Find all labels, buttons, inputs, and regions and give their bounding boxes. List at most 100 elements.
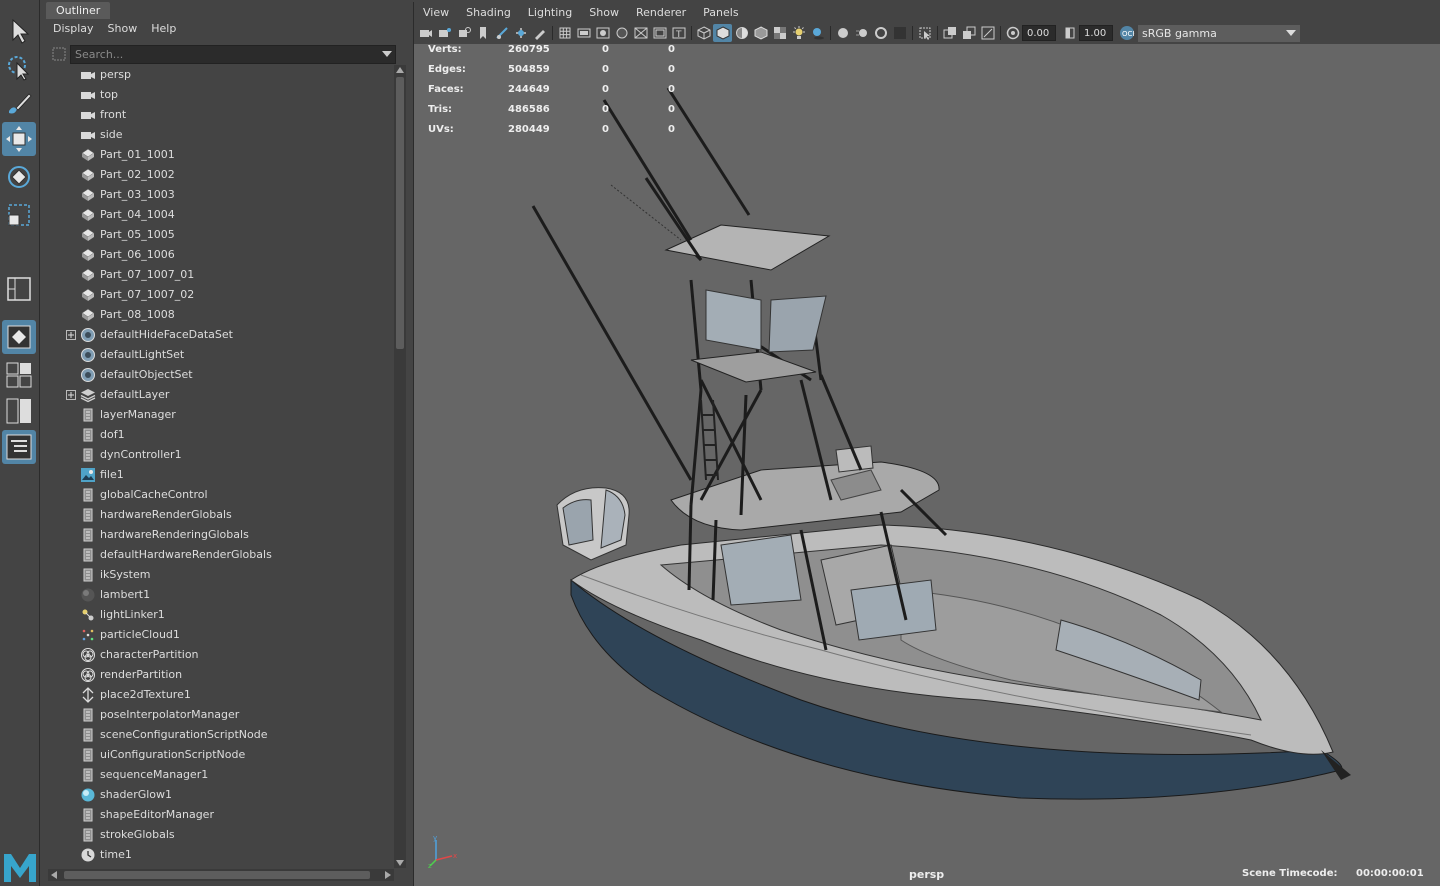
shadows-icon[interactable] xyxy=(808,24,827,42)
outliner-item-file1[interactable]: file1 xyxy=(48,465,394,485)
outliner-item-hardwarerenderingglobals[interactable]: hardwareRenderingGlobals xyxy=(48,525,394,545)
search-dropdown-arrow-icon[interactable] xyxy=(382,44,392,64)
resolution-gate-icon[interactable] xyxy=(593,24,612,42)
field-chart-icon[interactable] xyxy=(631,24,650,42)
menu-display[interactable]: Display xyxy=(53,19,94,39)
menu-show[interactable]: Show xyxy=(589,4,619,22)
isolate-select-icon[interactable] xyxy=(915,24,934,42)
grid-icon[interactable] xyxy=(555,24,574,42)
outliner-item-strokeglobals[interactable]: strokeGlobals xyxy=(48,825,394,845)
outliner-hscroll-thumb[interactable] xyxy=(64,871,370,879)
outliner-item-poseinterpolatormanager[interactable]: poseInterpolatorManager xyxy=(48,705,394,725)
outliner-item-defaultlayer[interactable]: defaultLayer xyxy=(48,385,394,405)
single-pane-layout-icon[interactable] xyxy=(2,272,36,306)
outliner-item-defaulthidefacedataset[interactable]: defaultHideFaceDataSet xyxy=(48,325,394,345)
outliner-item-part-05-1005[interactable]: Part_05_1005 xyxy=(48,225,394,245)
outliner-horizontal-scrollbar[interactable] xyxy=(48,869,394,881)
expand-plus-icon[interactable] xyxy=(66,330,76,340)
gamma-icon[interactable] xyxy=(1060,24,1079,42)
outliner-item-layermanager[interactable]: layerManager xyxy=(48,405,394,425)
menu-panels[interactable]: Panels xyxy=(703,4,738,22)
paint-select-tool-icon[interactable] xyxy=(2,86,36,120)
outliner-item-top[interactable]: top xyxy=(48,85,394,105)
safe-action-icon[interactable] xyxy=(650,24,669,42)
gamma-field[interactable] xyxy=(1079,25,1113,41)
image-plane-icon[interactable] xyxy=(492,24,511,42)
outliner-item-characterpartition[interactable]: characterPartition xyxy=(48,645,394,665)
outliner-item-sequencemanager1[interactable]: sequenceManager1 xyxy=(48,765,394,785)
exposure-icon[interactable] xyxy=(1003,24,1022,42)
xray-active-components-icon[interactable] xyxy=(959,24,978,42)
outliner-item-part-01-1001[interactable]: Part_01_1001 xyxy=(48,145,394,165)
xray-joints-icon[interactable] xyxy=(978,24,997,42)
outliner-layout-icon[interactable] xyxy=(2,430,36,464)
color-management-icon[interactable]: OCIO xyxy=(1117,24,1136,42)
outliner-item-defaultobjectset[interactable]: defaultObjectSet xyxy=(48,365,394,385)
wireframe-on-shaded-icon[interactable] xyxy=(751,24,770,42)
outliner-item-hardwarerenderglobals[interactable]: hardwareRenderGlobals xyxy=(48,505,394,525)
menu-renderer[interactable]: Renderer xyxy=(636,4,686,22)
outliner-item-lightlinker1[interactable]: lightLinker1 xyxy=(48,605,394,625)
outliner-item-time1[interactable]: time1 xyxy=(48,845,394,865)
outliner-item-front[interactable]: front xyxy=(48,105,394,125)
outliner-item-part-02-1002[interactable]: Part_02_1002 xyxy=(48,165,394,185)
multisample-aa-icon[interactable] xyxy=(871,24,890,42)
outliner-tab[interactable]: Outliner xyxy=(46,2,111,19)
outliner-item-place2dtexture1[interactable]: place2dTexture1 xyxy=(48,685,394,705)
smooth-shade-icon[interactable] xyxy=(713,24,732,42)
outliner-item-iksystem[interactable]: ikSystem xyxy=(48,565,394,585)
lasso-tool-icon[interactable] xyxy=(2,50,36,84)
search-input[interactable] xyxy=(70,44,396,64)
depth-of-field-icon[interactable] xyxy=(890,24,909,42)
use-default-material-icon[interactable] xyxy=(732,24,751,42)
outliner-item-shaderglow1[interactable]: shaderGlow1 xyxy=(48,785,394,805)
bookmark-flag-icon[interactable] xyxy=(473,24,492,42)
outliner-item-defaulthardwarerenderglobals[interactable]: defaultHardwareRenderGlobals xyxy=(48,545,394,565)
2d-pan-zoom-icon[interactable] xyxy=(511,24,530,42)
select-tool-icon[interactable] xyxy=(2,14,36,48)
outliner-item-shapeeditormanager[interactable]: shapeEditorManager xyxy=(48,805,394,825)
use-all-lights-icon[interactable] xyxy=(789,24,808,42)
perspective-layout-icon[interactable] xyxy=(2,320,36,354)
screen-space-ao-icon[interactable] xyxy=(833,24,852,42)
color-space-dropdown[interactable]: sRGB gamma xyxy=(1138,24,1300,42)
outliner-item-defaultlightset[interactable]: defaultLightSet xyxy=(48,345,394,365)
outliner-item-part-03-1003[interactable]: Part_03_1003 xyxy=(48,185,394,205)
menu-shading[interactable]: Shading xyxy=(466,4,511,22)
safe-title-icon[interactable]: T xyxy=(669,24,688,42)
menu-view[interactable]: View xyxy=(423,4,449,22)
outliner-item-part-04-1004[interactable]: Part_04_1004 xyxy=(48,205,394,225)
grease-pencil-icon[interactable] xyxy=(530,24,549,42)
outliner-item-persp[interactable]: persp xyxy=(48,65,394,85)
outliner-item-sceneconfigurationscriptnode[interactable]: sceneConfigurationScriptNode xyxy=(48,725,394,745)
outliner-item-part-07-1007-01[interactable]: Part_07_1007_01 xyxy=(48,265,394,285)
outliner-item-globalcachecontrol[interactable]: globalCacheControl xyxy=(48,485,394,505)
outliner-item-part-08-1008[interactable]: Part_08_1008 xyxy=(48,305,394,325)
menu-show[interactable]: Show xyxy=(108,19,138,39)
outliner-item-dyncontroller1[interactable]: dynController1 xyxy=(48,445,394,465)
film-gate-icon[interactable] xyxy=(574,24,593,42)
outliner-item-side[interactable]: side xyxy=(48,125,394,145)
outliner-item-part-07-1007-02[interactable]: Part_07_1007_02 xyxy=(48,285,394,305)
xray-icon[interactable] xyxy=(940,24,959,42)
menu-help[interactable]: Help xyxy=(151,19,176,39)
outliner-item-lambert1[interactable]: lambert1 xyxy=(48,585,394,605)
outliner-item-particlecloud1[interactable]: particleCloud1 xyxy=(48,625,394,645)
outliner-vertical-scrollbar[interactable] xyxy=(394,65,406,868)
camera-attributes-icon[interactable] xyxy=(435,24,454,42)
two-view-layout-icon[interactable] xyxy=(2,394,36,428)
gate-mask-icon[interactable] xyxy=(612,24,631,42)
exposure-field[interactable] xyxy=(1022,25,1056,41)
3d-viewport[interactable]: Verts: 260795 0 0 Edges: 504859 0 0 Face… xyxy=(414,44,1440,886)
outliner-scroll-thumb[interactable] xyxy=(396,77,404,349)
outliner-item-dof1[interactable]: dof1 xyxy=(48,425,394,445)
menu-lighting[interactable]: Lighting xyxy=(528,4,572,22)
motion-blur-icon[interactable] xyxy=(852,24,871,42)
outliner-item-part-06-1006[interactable]: Part_06_1006 xyxy=(48,245,394,265)
bookmark-icon[interactable] xyxy=(454,24,473,42)
outliner-item-renderpartition[interactable]: renderPartition xyxy=(48,665,394,685)
outliner-item-uiconfigurationscriptnode[interactable]: uiConfigurationScriptNode xyxy=(48,745,394,765)
textured-icon[interactable] xyxy=(770,24,789,42)
scale-tool-icon[interactable] xyxy=(2,198,36,232)
expand-plus-icon[interactable] xyxy=(66,390,76,400)
